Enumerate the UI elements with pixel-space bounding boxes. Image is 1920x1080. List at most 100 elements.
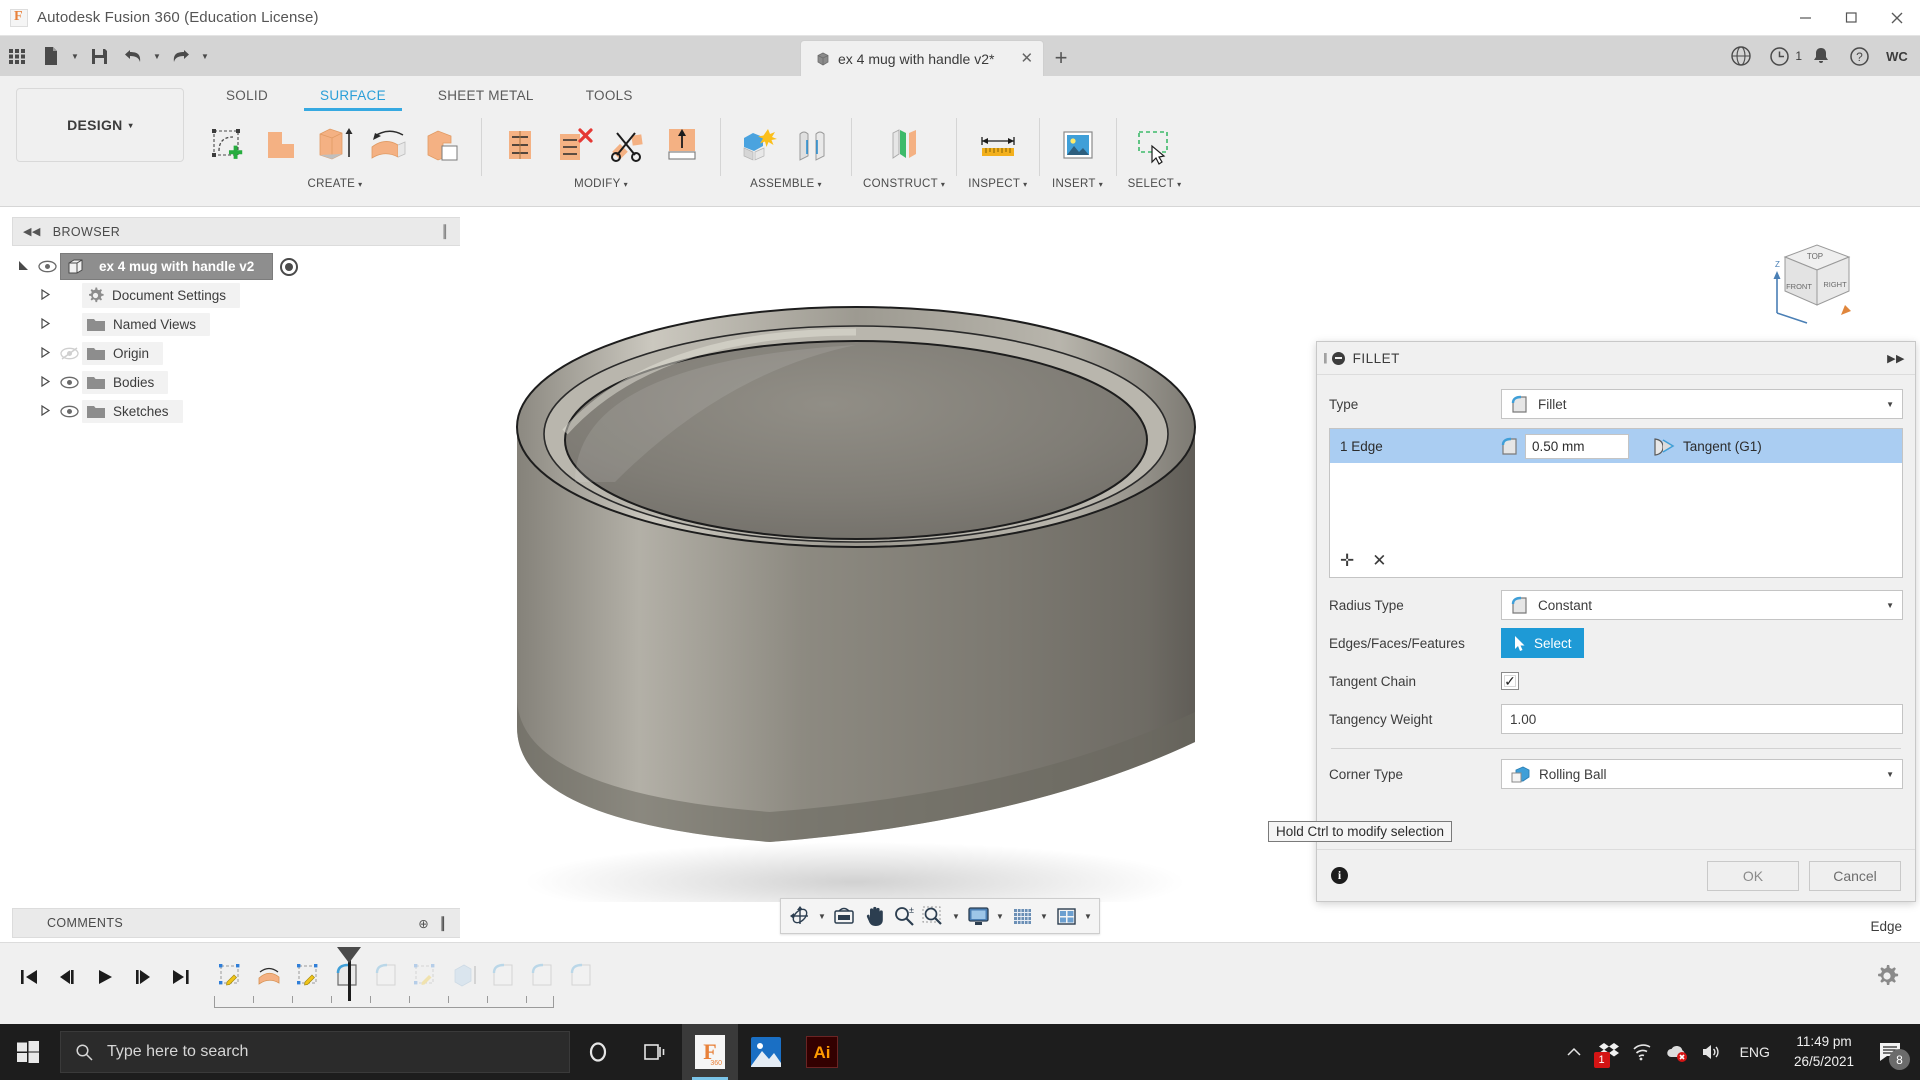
tree-item-origin[interactable]: Origin xyxy=(82,342,164,365)
look-at-icon[interactable] xyxy=(829,900,859,932)
redo-caret-icon[interactable]: ▼ xyxy=(198,37,212,75)
chevron-down-icon[interactable]: ▼ xyxy=(1886,601,1894,610)
cancel-button[interactable]: Cancel xyxy=(1809,860,1901,891)
dialog-minimize-icon[interactable] xyxy=(1331,351,1345,365)
panel-grip-icon[interactable]: ▕▏ xyxy=(435,224,455,239)
panel-label-modify[interactable]: MODIFY ▾ xyxy=(574,178,628,190)
viewcube[interactable]: TOP FRONT RIGHT Z xyxy=(1755,227,1865,337)
timeline-feature-fillet-ghost-4[interactable] xyxy=(561,953,600,997)
timeline-feature-fillet-ghost-2[interactable] xyxy=(483,953,522,997)
eye-hidden-icon[interactable] xyxy=(56,347,82,360)
grid-snap-caret-icon[interactable]: ▼ xyxy=(1037,900,1051,932)
taskbar-app-illustrator[interactable]: Ai xyxy=(794,1024,850,1080)
tree-row-named-views[interactable]: Named Views xyxy=(12,310,462,339)
search-input[interactable]: Type here to search xyxy=(60,1031,570,1073)
eye-visible-icon[interactable] xyxy=(56,376,82,389)
tangency-weight-input[interactable]: 1.00 xyxy=(1501,704,1903,734)
extrude-icon[interactable] xyxy=(308,116,362,174)
insert-image-icon[interactable] xyxy=(1051,116,1105,174)
fillet-dialog[interactable]: ||| FILLET ▶▶ Type Fillet ▼ 1 Edge 0.50 … xyxy=(1295,341,1916,989)
clock[interactable]: 11:49 pm 26/5/2021 xyxy=(1782,1032,1866,1071)
tree-row-origin[interactable]: Origin xyxy=(12,339,462,368)
ok-button[interactable]: OK xyxy=(1707,860,1799,891)
info-icon[interactable]: i xyxy=(1331,867,1348,884)
taskbar-app-fusion360[interactable]: F 360 xyxy=(682,1024,738,1080)
onedrive-error-icon[interactable] xyxy=(1660,1024,1694,1080)
show-hidden-icons-chevron[interactable] xyxy=(1556,1024,1592,1080)
account-initials[interactable]: WC xyxy=(1880,43,1914,69)
select-button[interactable]: Select xyxy=(1501,628,1584,658)
language-indicator[interactable]: ENG xyxy=(1728,1044,1782,1060)
bell-icon[interactable] xyxy=(1802,36,1840,76)
zoom-fit-icon[interactable] xyxy=(919,900,949,932)
timeline-feature-sketch-2[interactable] xyxy=(288,953,327,997)
play-icon[interactable] xyxy=(86,957,124,997)
chevron-down-icon[interactable]: ▼ xyxy=(1886,400,1894,409)
timeline-feature-extrude-ghost[interactable] xyxy=(444,953,483,997)
panel-label-construct[interactable]: CONSTRUCT ▾ xyxy=(863,178,945,190)
comments-panel-header[interactable]: COMMENTS ⊕ ▕▏ xyxy=(12,908,462,938)
add-comment-icon[interactable]: ⊕ ▕▏ xyxy=(418,916,453,931)
stitch-icon[interactable] xyxy=(493,116,547,174)
create-sketch-icon[interactable] xyxy=(200,116,254,174)
windows-start-icon[interactable] xyxy=(0,1024,56,1080)
zoom-fit-caret-icon[interactable]: ▼ xyxy=(949,900,963,932)
orbit-icon[interactable] xyxy=(785,900,815,932)
panel-label-select[interactable]: SELECT ▾ xyxy=(1128,178,1182,190)
new-tab-plus-icon[interactable]: + xyxy=(1044,40,1078,76)
remove-selection-icon[interactable]: ✕ xyxy=(1372,551,1386,571)
save-icon[interactable] xyxy=(82,37,116,75)
dialog-expand-icon[interactable]: ▶▶ xyxy=(1887,352,1905,365)
collapsed-triangle-icon[interactable] xyxy=(34,346,56,362)
display-settings-caret-icon[interactable]: ▼ xyxy=(993,900,1007,932)
document-tab[interactable]: ex 4 mug with handle v2* ✕ xyxy=(800,40,1045,76)
timeline-settings-gear-icon[interactable] xyxy=(1874,963,1900,992)
tree-item-document-settings[interactable]: Document Settings xyxy=(82,283,241,308)
timeline-feature-fillet-ghost[interactable] xyxy=(366,953,405,997)
action-center-icon[interactable]: 8 xyxy=(1866,1024,1914,1080)
tree-item-sketches[interactable]: Sketches xyxy=(82,400,183,423)
orbit-caret-icon[interactable]: ▼ xyxy=(815,900,829,932)
go-to-beginning-icon[interactable] xyxy=(10,957,48,997)
extensions-icon[interactable] xyxy=(1722,36,1760,76)
tab-surface[interactable]: SURFACE xyxy=(294,84,412,111)
expanded-triangle-icon[interactable] xyxy=(12,259,34,275)
task-view-icon[interactable] xyxy=(626,1024,682,1080)
undo-caret-icon[interactable]: ▼ xyxy=(150,37,164,75)
undo-icon[interactable] xyxy=(116,37,150,75)
edge-continuity[interactable]: Tangent (G1) xyxy=(1651,436,1762,456)
eye-visible-icon[interactable] xyxy=(34,260,60,273)
tab-solid[interactable]: SOLID xyxy=(200,84,294,111)
fillet-selection-list[interactable]: 1 Edge 0.50 mm Tangent (G1) ✛ ✕ xyxy=(1329,428,1903,578)
timeline-track[interactable] xyxy=(214,996,554,1008)
browser-panel-header[interactable]: ◀◀ BROWSER ▕▏ xyxy=(12,217,462,246)
corner-type-dropdown[interactable]: Rolling Ball ▼ xyxy=(1501,759,1903,789)
tree-item-bodies[interactable]: Bodies xyxy=(82,371,169,394)
tree-row-sketches[interactable]: Sketches xyxy=(12,397,462,426)
taskbar-app-photos[interactable] xyxy=(738,1024,794,1080)
minimize-icon[interactable] xyxy=(1782,0,1828,36)
new-document-icon[interactable] xyxy=(34,37,68,75)
radius-type-dropdown[interactable]: Constant ▼ xyxy=(1501,590,1903,620)
new-component-icon[interactable] xyxy=(732,116,786,174)
fillet-dialog-titlebar[interactable]: ||| FILLET ▶▶ xyxy=(1317,342,1915,375)
display-settings-icon[interactable] xyxy=(963,900,993,932)
pan-hand-icon[interactable] xyxy=(859,900,889,932)
timeline-marker-icon[interactable] xyxy=(337,947,361,1001)
offset-icon[interactable] xyxy=(416,116,470,174)
step-forward-icon[interactable] xyxy=(124,957,162,997)
collapse-left-icon[interactable]: ◀◀ xyxy=(23,225,41,238)
chevron-down-icon[interactable]: ▼ xyxy=(1886,770,1894,779)
edge-radius-input[interactable]: 0.50 mm xyxy=(1525,433,1629,459)
timeline-feature-sketch[interactable] xyxy=(210,953,249,997)
collapsed-triangle-icon[interactable] xyxy=(34,375,56,391)
activate-radio-icon[interactable] xyxy=(280,257,299,276)
close-icon[interactable] xyxy=(1874,0,1920,36)
revolve-icon[interactable] xyxy=(362,116,416,174)
tab-sheet-metal[interactable]: SHEET METAL xyxy=(412,84,560,111)
panel-label-insert[interactable]: INSERT ▾ xyxy=(1052,178,1103,190)
fillet-edge-row[interactable]: 1 Edge 0.50 mm Tangent (G1) xyxy=(1330,429,1902,463)
extend-icon[interactable] xyxy=(655,116,709,174)
tree-row-bodies[interactable]: Bodies xyxy=(12,368,462,397)
tab-tools[interactable]: TOOLS xyxy=(560,84,659,111)
